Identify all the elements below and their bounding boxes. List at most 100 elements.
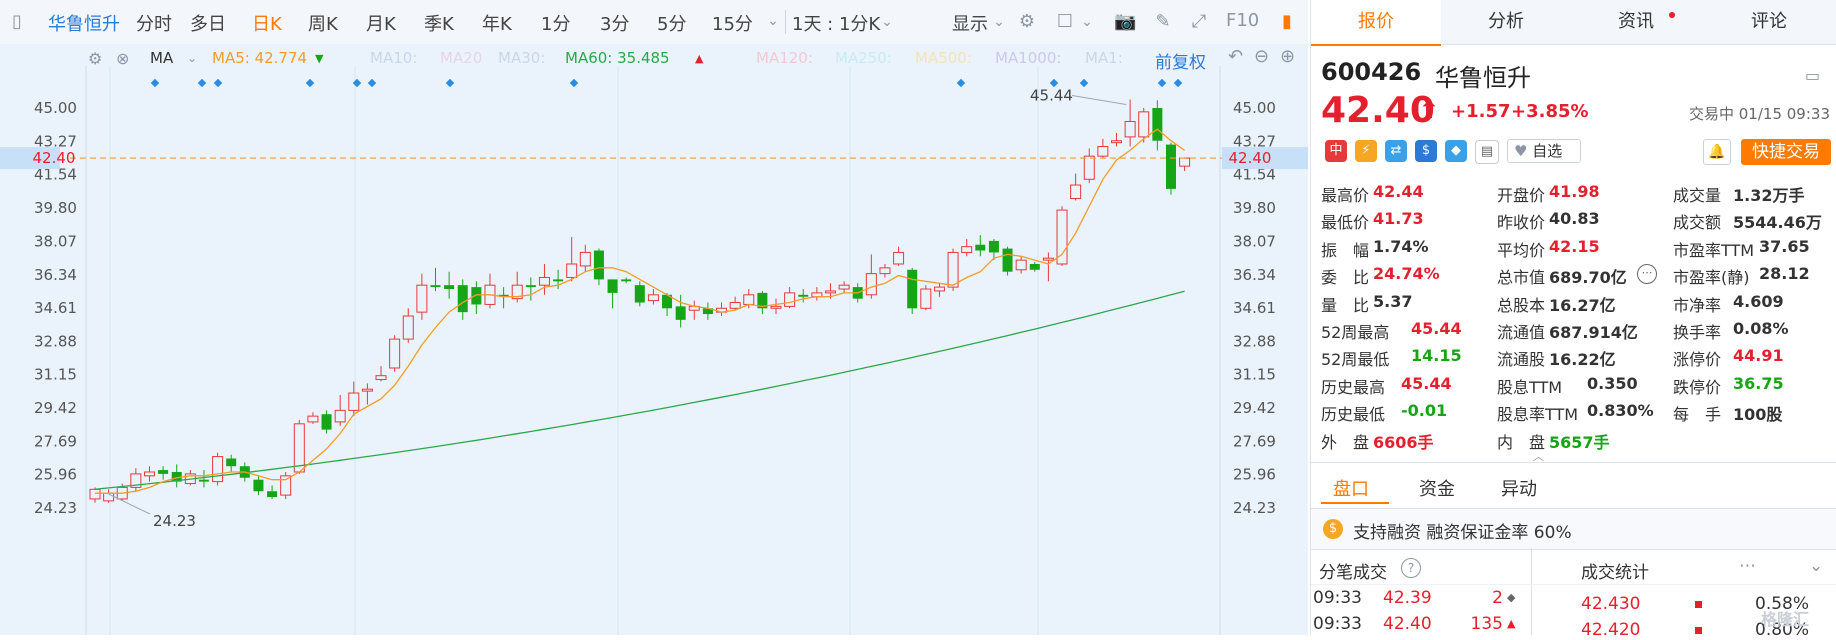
candle-body (621, 279, 632, 282)
kline-chart[interactable]: 45.0043.2741.5439.8038.0736.3434.6132.88… (0, 44, 1308, 635)
period-zhouk[interactable]: 周K (308, 10, 338, 36)
camera-icon[interactable]: 📷 (1114, 11, 1136, 33)
stat-value: 41.73 (1373, 209, 1424, 229)
ma1000-value: MA1000: (995, 49, 1062, 67)
period-rik[interactable]: 日K (252, 10, 282, 36)
f10-button[interactable]: F10 (1226, 10, 1259, 31)
candle-body (947, 251, 959, 288)
tab-analysis[interactable]: 分析 (1441, 0, 1571, 45)
candle-body (1002, 248, 1013, 272)
alert-bell-icon[interactable]: 🔔 (1703, 139, 1731, 165)
candle-body (770, 305, 782, 309)
candle[interactable] (1002, 246, 1013, 276)
chart-background (0, 44, 1308, 635)
candle[interactable] (280, 471, 292, 499)
shuffle-icon[interactable]: ⇄ (1385, 140, 1407, 162)
expand-panel-icon[interactable]: ▭ (1805, 66, 1820, 85)
candle-body (566, 263, 578, 278)
candle-body (893, 251, 905, 265)
collapse-panel-icon[interactable]: ⌄ (1809, 556, 1823, 576)
undo-icon[interactable]: ↶ (1228, 46, 1243, 67)
ma-type-select[interactable]: MA (150, 49, 173, 67)
candle[interactable] (907, 267, 918, 315)
pencil-icon[interactable]: ✎ (1152, 11, 1174, 33)
y-tick-label-left: 25.96 (34, 466, 77, 484)
quick-trade-button[interactable]: 快捷交易 (1741, 139, 1831, 165)
period-yuek[interactable]: 月K (366, 10, 396, 36)
ma20-value: MA20 (440, 49, 483, 67)
display-chevron-icon[interactable]: ⌄ (988, 11, 1010, 33)
tab-quote[interactable]: 报价 (1311, 0, 1441, 46)
adjust-mode-select[interactable]: 前复权 (1155, 48, 1206, 73)
trades-title: 分笔成交 (1319, 563, 1387, 583)
zoom-in-icon[interactable]: ⊕ (1280, 46, 1295, 67)
candle-body (920, 288, 932, 309)
candle-body (198, 479, 209, 482)
tag-icon[interactable]: ◆ (1445, 140, 1467, 162)
candle[interactable] (1165, 142, 1176, 195)
stat-label: 成交额 (1673, 213, 1722, 233)
multi-period-chevron-icon[interactable]: ⌄ (876, 11, 898, 33)
y-tick-label-right: 38.07 (1233, 232, 1276, 250)
period-3min[interactable]: 3分 (600, 10, 629, 36)
china-flag-icon[interactable]: 中 (1325, 140, 1347, 162)
period-niank[interactable]: 年K (482, 10, 512, 36)
ma-close-icon[interactable]: ⊗ (116, 49, 129, 68)
layout-chevron-icon[interactable]: ⌄ (1076, 11, 1098, 33)
stat-label: 振 幅 (1321, 240, 1370, 260)
period-more-chevron-icon[interactable]: ⌄ (762, 10, 784, 32)
deal-bar (1695, 627, 1702, 634)
market-cap-more-icon[interactable]: ⋯ (1637, 264, 1657, 284)
lightning-icon[interactable]: ⚡ (1355, 140, 1377, 162)
period-15min[interactable]: 15分 (712, 10, 753, 36)
y-tick-label-left: 45.00 (34, 99, 77, 117)
ma-settings-gear-icon[interactable]: ⚙ (88, 49, 102, 68)
multi-period-select[interactable]: 1天 : 1分K (792, 10, 880, 36)
candle[interactable] (920, 285, 932, 311)
sidebar-toggle-icon[interactable]: ▯ (6, 11, 28, 33)
candle-body (267, 491, 278, 498)
stat-label: 量 比 (1321, 295, 1370, 315)
candle-body (961, 246, 973, 253)
ma-type-chevron-icon[interactable]: ⌄ (187, 51, 197, 65)
candle-body (743, 294, 755, 305)
watermark-logo: 格隆汇 (1761, 610, 1810, 629)
panel-toggle-icon[interactable]: ▮ (1276, 11, 1298, 33)
tab-news[interactable]: 资讯 (1571, 0, 1701, 45)
period-duori[interactable]: 多日 (190, 10, 226, 36)
help-icon[interactable]: ? (1401, 558, 1421, 578)
candle-body (579, 251, 591, 267)
candle[interactable] (212, 452, 224, 486)
stock-name-tab[interactable]: 华鲁恒升 (48, 10, 120, 36)
stat-value: 45.44 (1411, 319, 1462, 338)
fullscreen-icon[interactable]: ⤢ (1188, 11, 1210, 33)
tab-comments[interactable]: 评论 (1701, 0, 1836, 45)
display-menu[interactable]: 显示 (952, 10, 988, 36)
dollar-icon[interactable]: $ (1415, 140, 1437, 162)
settings-gear-icon[interactable]: ⚙ (1016, 11, 1038, 33)
stat-label: 委 比 (1321, 268, 1370, 288)
margin-text: 支持融资 融资保证金率 60% (1353, 523, 1572, 543)
period-fenshi[interactable]: 分时 (136, 10, 172, 36)
candle[interactable] (389, 335, 401, 372)
layout-square-icon[interactable]: ☐ (1054, 11, 1076, 33)
zoom-out-icon[interactable]: ⊖ (1254, 46, 1269, 67)
subtab-capital[interactable]: 资金 (1419, 475, 1455, 501)
subtab-movement[interactable]: 异动 (1501, 475, 1537, 501)
candle-body (253, 479, 264, 492)
more-options-icon[interactable]: ⋯ (1739, 556, 1756, 576)
period-1min[interactable]: 1分 (541, 10, 570, 36)
y-tick-label-left: 32.88 (34, 332, 77, 350)
ma5-value: MA5: 42.774 (212, 49, 308, 67)
add-watchlist-button[interactable]: ♥ 自选 (1507, 139, 1581, 163)
candle-body (1097, 146, 1109, 157)
stat-label: 历史最高 (1321, 377, 1386, 397)
period-5min[interactable]: 5分 (657, 10, 686, 36)
period-jik[interactable]: 季K (424, 10, 454, 36)
candle-body (1070, 184, 1082, 200)
bookmark-icon[interactable]: ▤ (1475, 140, 1499, 164)
subtab-orderbook[interactable]: 盘口 (1333, 475, 1369, 501)
stat-label: 52周最低 (1321, 350, 1390, 370)
stat-label: 市盈率TTM (1673, 240, 1755, 260)
stat-label: 最低价 (1321, 213, 1370, 233)
